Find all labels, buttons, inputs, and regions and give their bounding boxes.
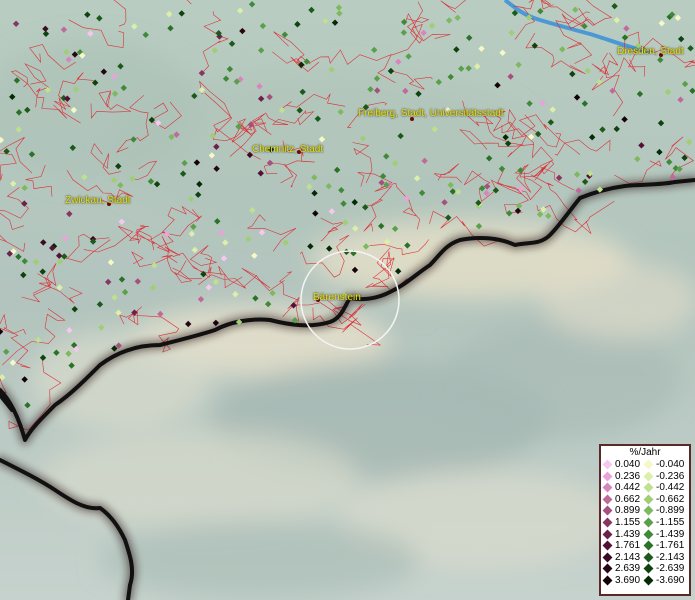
legend-swatch-positive	[602, 529, 613, 540]
legend-value-positive: 3.690	[615, 574, 641, 586]
legend-swatch-positive	[602, 505, 613, 516]
legend-row: 2.143 -2.143	[601, 552, 689, 564]
legend-title: %/Jahr	[629, 447, 661, 458]
legend-swatch-negative	[643, 459, 654, 470]
legend-row: 1.439 -1.439	[601, 529, 689, 541]
legend-swatch-negative	[643, 563, 654, 574]
legend-value-positive: 0.040	[615, 459, 641, 470]
city-label-chemnitz: Chemnitz, Stadt	[252, 144, 324, 155]
legend-swatch-negative	[643, 529, 654, 540]
legend-value-negative: -0.442	[656, 482, 685, 494]
legend-swatch-positive	[602, 494, 613, 505]
legend-swatch-negative	[643, 482, 654, 493]
legend-row: 1.761 -1.761	[601, 540, 689, 552]
legend-swatch-positive	[602, 517, 613, 528]
legend-value-positive: 0.236	[615, 470, 641, 482]
legend: %/Jahr 0.040 -0.040 0.236 -0.236 0.442 -0.442…	[599, 444, 691, 596]
legend-value-negative: -3.690	[656, 574, 685, 586]
legend-swatch-negative	[643, 471, 654, 482]
legend-swatch-positive	[602, 459, 613, 470]
legend-row: 0.236 -0.236	[601, 471, 689, 483]
legend-row: 0.662 -0.662	[601, 494, 689, 506]
legend-value-negative: -1.439	[656, 528, 685, 540]
legend-row: 0.040 -0.040	[601, 459, 689, 471]
legend-swatch-positive	[602, 563, 613, 574]
legend-swatch-negative	[643, 575, 654, 586]
legend-value-negative: -0.899	[656, 505, 685, 517]
legend-value-negative: -2.639	[656, 563, 685, 575]
legend-value-negative: -0.662	[656, 493, 685, 505]
legend-value-positive: 0.899	[615, 505, 641, 517]
city-label-zwickau: Zwickau, Stadt	[65, 195, 131, 206]
legend-value-negative: -1.155	[656, 516, 685, 528]
legend-swatch-positive	[602, 552, 613, 563]
legend-row: 0.899 -0.899	[601, 505, 689, 517]
legend-swatch-positive	[602, 540, 613, 551]
legend-swatch-negative	[643, 517, 654, 528]
legend-value-positive: 2.639	[615, 563, 641, 575]
legend-value-negative: -0.040	[656, 459, 685, 470]
city-label-baerenstein: Bärenstein	[313, 292, 361, 303]
legend-value-positive: 1.155	[615, 516, 641, 528]
legend-rows: 0.040 -0.040 0.236 -0.236 0.442 -0.442 0.662 -0…	[601, 459, 689, 587]
legend-swatch-positive	[602, 471, 613, 482]
legend-swatch-negative	[643, 552, 654, 563]
legend-value-negative: -0.236	[656, 470, 685, 482]
legend-row: 1.155 -1.155	[601, 517, 689, 529]
legend-value-negative: -2.143	[656, 551, 685, 563]
legend-value-positive: 2.143	[615, 551, 641, 563]
legend-value-positive: 1.761	[615, 540, 641, 552]
legend-value-positive: 0.662	[615, 493, 641, 505]
legend-swatch-negative	[643, 540, 654, 551]
legend-row: 0.442 -0.442	[601, 482, 689, 494]
legend-swatch-positive	[602, 482, 613, 493]
legend-swatch-negative	[643, 494, 654, 505]
legend-swatch-positive	[602, 575, 613, 586]
legend-value-positive: 1.439	[615, 528, 641, 540]
legend-row: 2.639 -2.639	[601, 563, 689, 575]
city-label-freiberg: Freiberg, Stadt, Universitätsstadt	[358, 108, 504, 119]
city-label-dresden: Dresden, Stadt	[617, 46, 684, 57]
legend-value-positive: 0.442	[615, 482, 641, 494]
legend-row: 3.690 -3.690	[601, 575, 689, 587]
legend-swatch-negative	[643, 505, 654, 516]
legend-value-negative: -1.761	[656, 540, 685, 552]
